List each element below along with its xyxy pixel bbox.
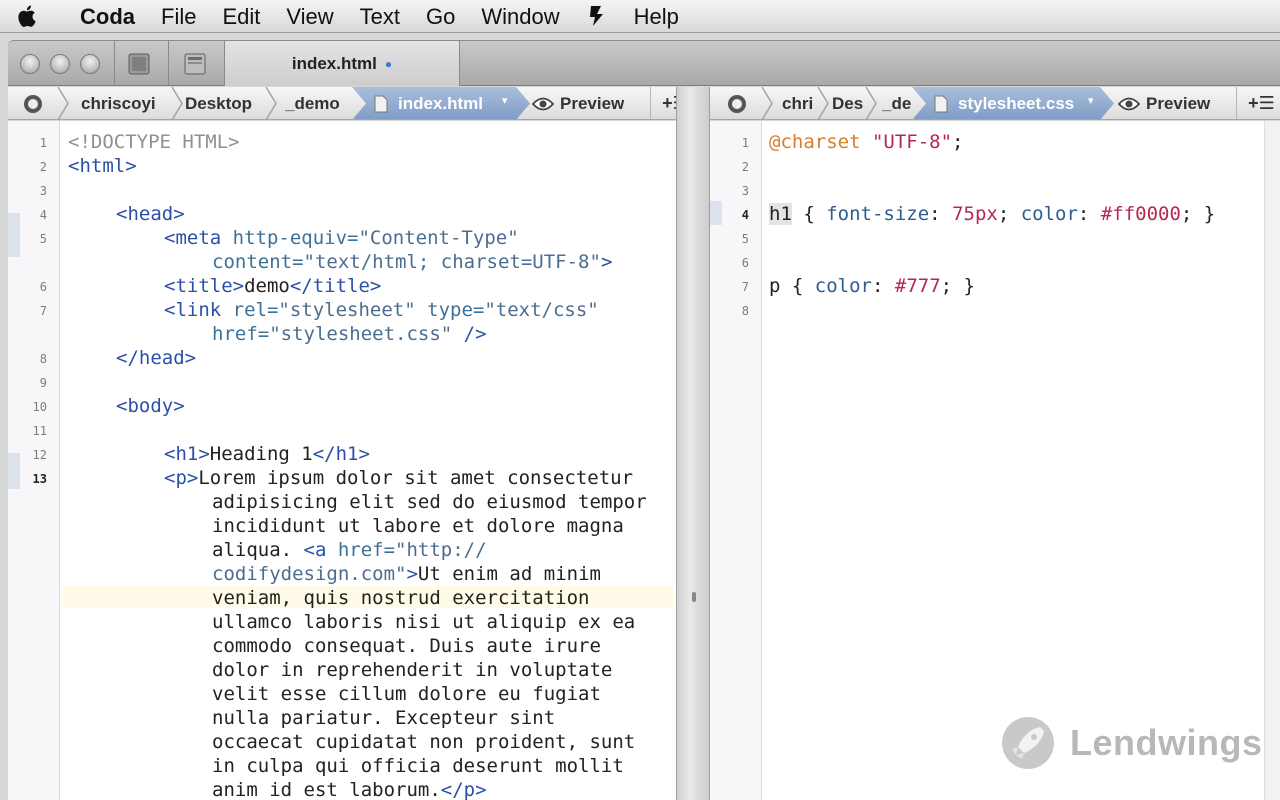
code-line: in culpa qui officia deserunt mollit	[212, 755, 624, 777]
rocket-logo-icon	[1002, 717, 1054, 769]
site-icon-right[interactable]	[724, 87, 750, 119]
watermark: Lendwings	[1000, 708, 1263, 778]
html-editor[interactable]: 1 2 3 4 5 6 7 8 9 10 11 12 13 <!DOCTYPE …	[8, 121, 676, 800]
code-line: adipisicing elit sed do eiusmod tempor	[212, 491, 647, 513]
code-line: veniam, quis nostrud exercitation	[212, 587, 590, 609]
menu-view[interactable]: View	[273, 0, 346, 33]
sidebar-toggle-button[interactable]	[180, 49, 210, 79]
eye-icon	[532, 97, 554, 110]
document-tab-index[interactable]: index.html ●	[224, 41, 460, 86]
code-line: </head>	[116, 347, 197, 369]
preview-label-right: Preview	[1146, 94, 1211, 113]
split-menu-button-right[interactable]: +☰	[1236, 87, 1280, 119]
path-segment-desktop-right[interactable]: Des	[832, 87, 866, 119]
document-tab-label: index.html	[291, 53, 377, 73]
right-scrollbar[interactable]	[1264, 121, 1280, 800]
menu-edit[interactable]: Edit	[209, 0, 273, 33]
code-line: anim id est laborum.</p>	[212, 779, 487, 800]
path-segment-desktop[interactable]: Desktop	[185, 87, 265, 119]
close-window-button[interactable]	[20, 54, 40, 74]
code-line: @charset "UTF-8";	[769, 131, 964, 153]
selected-text: h1	[769, 203, 792, 225]
split-menu-button[interactable]: +☰	[650, 87, 676, 119]
active-file-label-right: stylesheet.css	[958, 94, 1075, 113]
eye-icon	[1118, 97, 1140, 110]
preview-button[interactable]: Preview	[532, 87, 625, 119]
code-line: nulla pariatur. Excepteur sint	[212, 707, 556, 729]
plus-menu-icon: +☰	[662, 93, 676, 113]
dropdown-arrow-icon: ▾	[502, 95, 508, 107]
preview-label: Preview	[560, 94, 625, 113]
panel-icon	[184, 53, 206, 75]
active-file-label: index.html	[398, 94, 484, 113]
menu-text[interactable]: Text	[347, 0, 413, 33]
watermark-text: Lendwings	[1070, 722, 1263, 763]
code-line: <html>	[68, 155, 137, 177]
sites-grid-icon	[128, 53, 150, 75]
path-segment-demo-right[interactable]: _de	[882, 87, 914, 119]
split-divider[interactable]	[676, 87, 710, 800]
dropdown-arrow-icon: ▾	[1088, 95, 1094, 107]
code-line: <!DOCTYPE HTML>	[68, 131, 240, 153]
apple-icon[interactable]	[0, 4, 56, 28]
code-line: incididunt ut labore et dolore magna	[212, 515, 624, 537]
menu-go[interactable]: Go	[413, 0, 468, 33]
current-line-number: 13	[32, 472, 47, 486]
code-line: href="stylesheet.css" />	[212, 323, 487, 345]
right-path-bar: chri Des _de stylesheet.css ▾ Preview +☰	[710, 87, 1280, 120]
menu-help[interactable]: Help	[621, 0, 692, 33]
code-line: p { color: #777; }	[769, 275, 975, 297]
code-line: <h1>Heading 1</h1>	[164, 443, 370, 465]
minimize-window-button[interactable]	[50, 54, 70, 74]
code-line: content="text/html; charset=UTF-8">	[212, 251, 613, 273]
unsaved-dot-icon: ●	[384, 56, 393, 71]
menu-bar: Coda File Edit View Text Go Window Help	[0, 0, 1280, 33]
code-line: <title>demo</title>	[164, 275, 382, 297]
code-line: velit esse cillum dolore eu fugiat	[212, 683, 601, 705]
path-segment-user-right[interactable]: chri	[782, 87, 818, 119]
sites-view-button[interactable]	[124, 49, 154, 79]
path-segment-active-file-right[interactable]: stylesheet.css ▾	[912, 87, 1114, 120]
path-segment-user[interactable]: chriscoyi	[81, 87, 173, 119]
css-editor[interactable]: 1 2 3 4 5 6 7 8 @charset "UTF-8"; h1 { f…	[710, 121, 1264, 800]
site-icon[interactable]	[20, 87, 46, 119]
menu-file[interactable]: File	[148, 0, 209, 33]
file-icon	[374, 95, 388, 113]
path-segment-demo[interactable]: _demo	[285, 87, 355, 119]
code-line: <p>Lorem ipsum dolor sit amet consectetu…	[164, 467, 634, 489]
code-line: h1 { font-size: 75px; color: #ff0000; }	[769, 203, 1216, 225]
css-file-icon	[934, 95, 948, 113]
line-number-gutter: 1 2 3 4 5 6 7 8 9 10 11 12 13	[8, 121, 60, 800]
code-line: aliqua. <a href="http://	[212, 539, 487, 561]
zoom-window-button[interactable]	[80, 54, 100, 74]
code-line: occaecat cupidatat non proident, sunt	[212, 731, 636, 753]
code-line: <body>	[116, 395, 185, 417]
code-line: commodo consequat. Duis aute irure	[212, 635, 601, 657]
code-line: ullamco laboris nisi ut aliquip ex ea	[212, 611, 636, 633]
code-line: <link rel="stylesheet" type="text/css"	[164, 299, 599, 321]
plus-menu-icon: +☰	[1248, 93, 1275, 113]
left-path-bar: chriscoyi Desktop _demo index.html ▾ Pre…	[8, 87, 676, 120]
menu-window[interactable]: Window	[468, 0, 572, 33]
code-line: <head>	[116, 203, 185, 225]
code-line: codifydesign.com">Ut enim ad minim	[212, 563, 601, 585]
divider-grip-icon[interactable]	[692, 592, 696, 602]
menu-app-coda[interactable]: Coda	[56, 0, 148, 33]
window-toolbar: index.html ●	[8, 40, 1280, 86]
current-line-number-right: 4	[741, 208, 749, 222]
path-segment-active-file[interactable]: index.html ▾	[352, 87, 530, 120]
code-line: <meta http-equiv="Content-Type"	[164, 227, 519, 249]
line-number-gutter-right: 1 2 3 4 5 6 7 8	[710, 121, 762, 800]
preview-button-right[interactable]: Preview	[1118, 87, 1211, 119]
code-line: dolor in reprehenderit in voluptate	[212, 659, 613, 681]
script-menu-icon[interactable]	[573, 4, 621, 28]
